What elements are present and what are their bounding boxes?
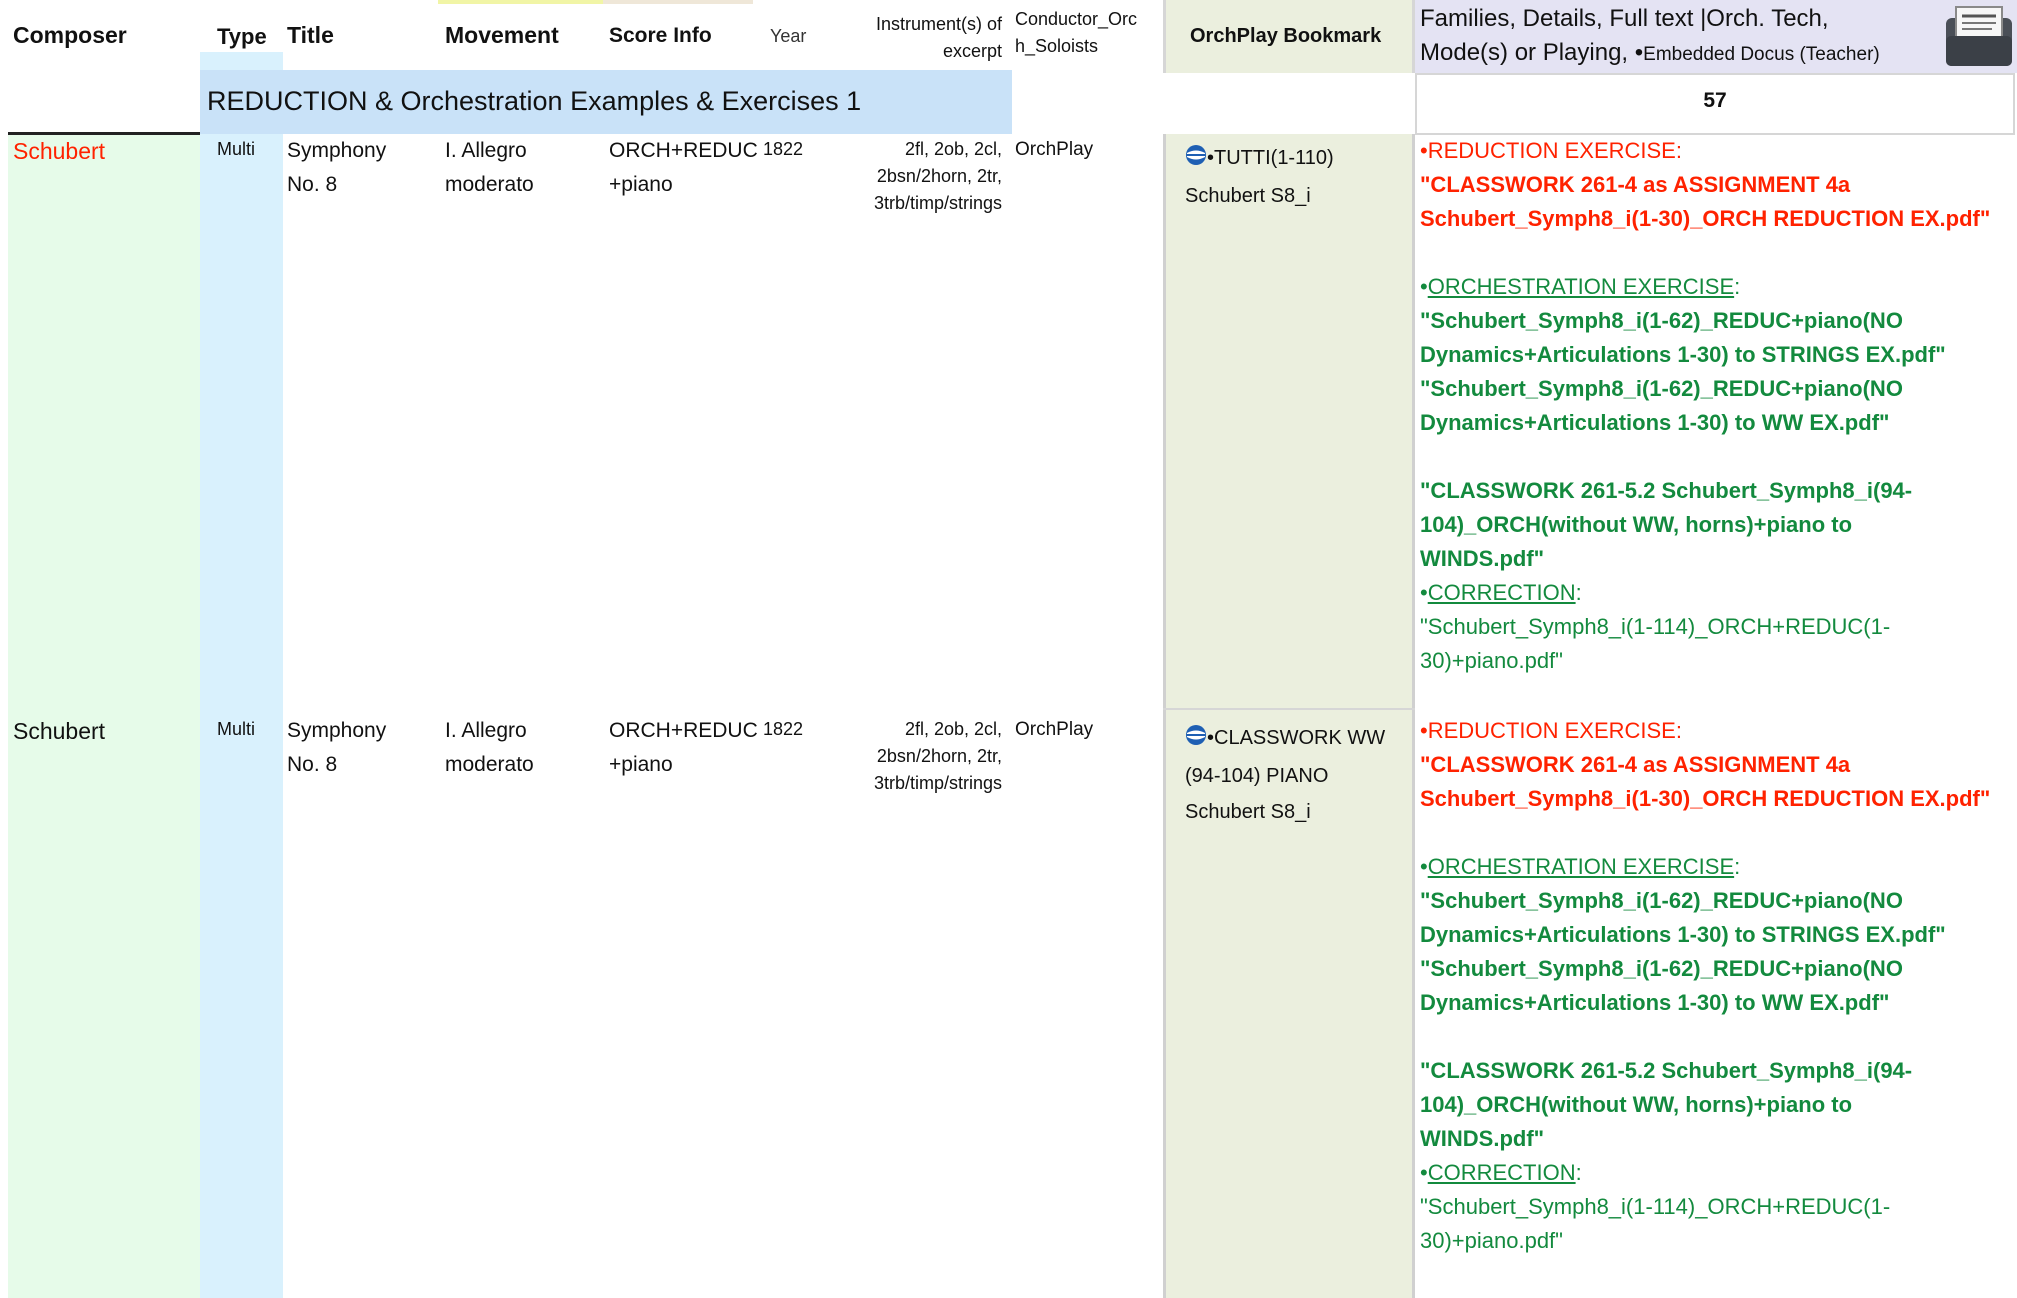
orchestration-line4[interactable]: Dynamics+Articulations 1-30) to WW EX.pd…	[1420, 406, 2015, 440]
header-type: Type	[217, 24, 267, 49]
header-families-embedded: Embedded Docus (Teacher)	[1643, 44, 1880, 65]
header-conductor: Conductor_Orc h_Soloists	[1015, 6, 1137, 60]
embedded-document-icon-svg	[1946, 6, 2012, 66]
row-conductor: OrchPlay	[1015, 139, 1094, 160]
reduction-label: •REDUCTION EXERCISE:	[1420, 718, 1682, 743]
row-year: 1822	[763, 719, 804, 739]
orchplay-bookmark[interactable]: •TUTTI(1-110) Schubert S8_i	[1185, 140, 1410, 214]
reduction-label: •REDUCTION EXERCISE:	[1420, 138, 1682, 163]
header-accent-yellow	[438, 0, 603, 4]
header-orchplay-bookmark: OrchPlay Bookmark	[1190, 25, 1382, 47]
classwork-line3[interactable]: WINDS.pdf"	[1420, 1122, 2015, 1156]
orchestration-line1[interactable]: "Schubert_Symph8_i(1-62)_REDUC+piano(NO	[1420, 884, 2015, 918]
orchplay-globe-icon[interactable]	[1185, 142, 1207, 178]
section-count: 57	[1703, 89, 1727, 112]
row-movement: I. Allegro moderato	[445, 139, 534, 196]
header-families: Families, Details, Full text |Orch. Tech…	[1420, 2, 1880, 72]
row-type: Multi	[217, 139, 256, 159]
families-details: •REDUCTION EXERCISE: "CLASSWORK 261-4 as…	[1420, 134, 2015, 678]
correction-line1[interactable]: "Schubert_Symph8_i(1-114)_ORCH+REDUC(1-	[1420, 1190, 2015, 1224]
header-instruments-line2: excerpt	[942, 41, 1002, 61]
correction-line1[interactable]: "Schubert_Symph8_i(1-114)_ORCH+REDUC(1-	[1420, 610, 2015, 644]
reduction-line1[interactable]: "CLASSWORK 261-4 as ASSIGNMENT 4a	[1420, 748, 2015, 782]
orchestration-label: •ORCHESTRATION EXERCISE:	[1420, 274, 1741, 299]
header-composer: Composer	[13, 22, 127, 48]
orchplay-bookmark-line1: •TUTTI(1-110)	[1185, 140, 1410, 178]
row-instruments: 2fl, 2ob, 2cl, 2bsn/2horn, 2tr, 3trb/tim…	[873, 139, 1002, 213]
correction-line2[interactable]: 30)+piano.pdf"	[1420, 644, 2015, 678]
orchestration-line2[interactable]: Dynamics+Articulations 1-30) to STRINGS …	[1420, 338, 2015, 372]
header-title: Title	[287, 22, 334, 48]
header-movement: Movement	[445, 22, 559, 48]
orchestration-label: •ORCHESTRATION EXERCISE:	[1420, 854, 1741, 879]
reduction-line2[interactable]: Schubert_Symph8_i(1-30)_ORCH REDUCTION E…	[1420, 202, 2015, 236]
classwork-line1[interactable]: "CLASSWORK 261-5.2 Schubert_Symph8_i(94-	[1420, 474, 2015, 508]
row-score-info: ORCH+REDUC +piano	[609, 719, 758, 776]
section-title: REDUCTION & Orchestration Examples & Exe…	[207, 86, 862, 116]
header-score-info: Score Info	[609, 24, 712, 47]
families-details: •REDUCTION EXERCISE: "CLASSWORK 261-4 as…	[1420, 714, 2015, 1258]
table-row: Schubert Multi Symphony No. 8 I. Allegro…	[0, 714, 2017, 1298]
header-accent-beige	[603, 0, 753, 4]
row-type: Multi	[217, 719, 256, 739]
row-composer: Schubert	[13, 138, 106, 164]
classwork-line2[interactable]: 104)_ORCH(without WW, horns)+piano to	[1420, 1088, 2015, 1122]
orchestration-line3[interactable]: "Schubert_Symph8_i(1-62)_REDUC+piano(NO	[1420, 952, 2015, 986]
row-title: Symphony No. 8	[287, 139, 387, 196]
correction-label: •CORRECTION:	[1420, 1160, 1582, 1185]
row-instruments: 2fl, 2ob, 2cl, 2bsn/2horn, 2tr, 3trb/tim…	[873, 719, 1002, 793]
orchestration-line2[interactable]: Dynamics+Articulations 1-30) to STRINGS …	[1420, 918, 2015, 952]
orchplay-bookmark[interactable]: •CLASSWORK WW (94-104) PIANO Schubert S8…	[1185, 720, 1410, 830]
orchestration-line1[interactable]: "Schubert_Symph8_i(1-62)_REDUC+piano(NO	[1420, 304, 2015, 338]
header-conductor-line2: h_Soloists	[1015, 36, 1099, 56]
header-instruments: Instrument(s) of excerpt	[820, 11, 1002, 65]
embedded-document-icon[interactable]	[1944, 4, 2014, 68]
orchplay-globe-icon[interactable]	[1185, 722, 1207, 758]
orchplay-bookmark-line1: •CLASSWORK WW	[1185, 720, 1410, 758]
orchestration-line4[interactable]: Dynamics+Articulations 1-30) to WW EX.pd…	[1420, 986, 2015, 1020]
header-families-line1: Families, Details, Full text |Orch. Tech…	[1420, 5, 1829, 32]
orchestration-line3[interactable]: "Schubert_Symph8_i(1-62)_REDUC+piano(NO	[1420, 372, 2015, 406]
classwork-line1[interactable]: "CLASSWORK 261-5.2 Schubert_Symph8_i(94-	[1420, 1054, 2015, 1088]
correction-label: •CORRECTION:	[1420, 580, 1582, 605]
table-row: Schubert Multi Symphony No. 8 I. Allegro…	[0, 134, 2017, 714]
reduction-line2[interactable]: Schubert_Symph8_i(1-30)_ORCH REDUCTION E…	[1420, 782, 2015, 816]
classwork-line2[interactable]: 104)_ORCH(without WW, horns)+piano to	[1420, 508, 2015, 542]
reduction-line1[interactable]: "CLASSWORK 261-4 as ASSIGNMENT 4a	[1420, 168, 2015, 202]
row-score-info: ORCH+REDUC +piano	[609, 139, 758, 196]
row-composer: Schubert	[13, 718, 106, 744]
header-conductor-line1: Conductor_Orc	[1015, 9, 1138, 29]
header-year: Year	[770, 26, 807, 46]
row-conductor: OrchPlay	[1015, 719, 1094, 740]
row-movement: I. Allegro moderato	[445, 719, 534, 776]
row-year: 1822	[763, 139, 804, 159]
header-families-line2: Mode(s) or Playing, •Embedded Docus (Tea…	[1420, 39, 1880, 66]
header-instruments-line1: Instrument(s) of	[875, 14, 1002, 34]
correction-line2[interactable]: 30)+piano.pdf"	[1420, 1224, 2015, 1258]
row-title: Symphony No. 8	[287, 719, 387, 776]
classwork-line3[interactable]: WINDS.pdf"	[1420, 542, 2015, 576]
